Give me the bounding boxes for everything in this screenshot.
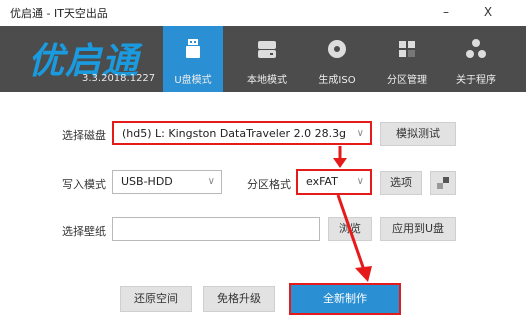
arrow-line-2: [336, 194, 366, 271]
new-create-button[interactable]: 全新制作: [289, 283, 401, 315]
annotation-arrows: [333, 146, 372, 282]
restore-space-button[interactable]: 还原空间: [120, 286, 192, 312]
arrow-head-2: [355, 266, 372, 282]
arrow-head-1: [333, 158, 347, 168]
format-free-upgrade-button[interactable]: 免格升级: [203, 286, 275, 312]
